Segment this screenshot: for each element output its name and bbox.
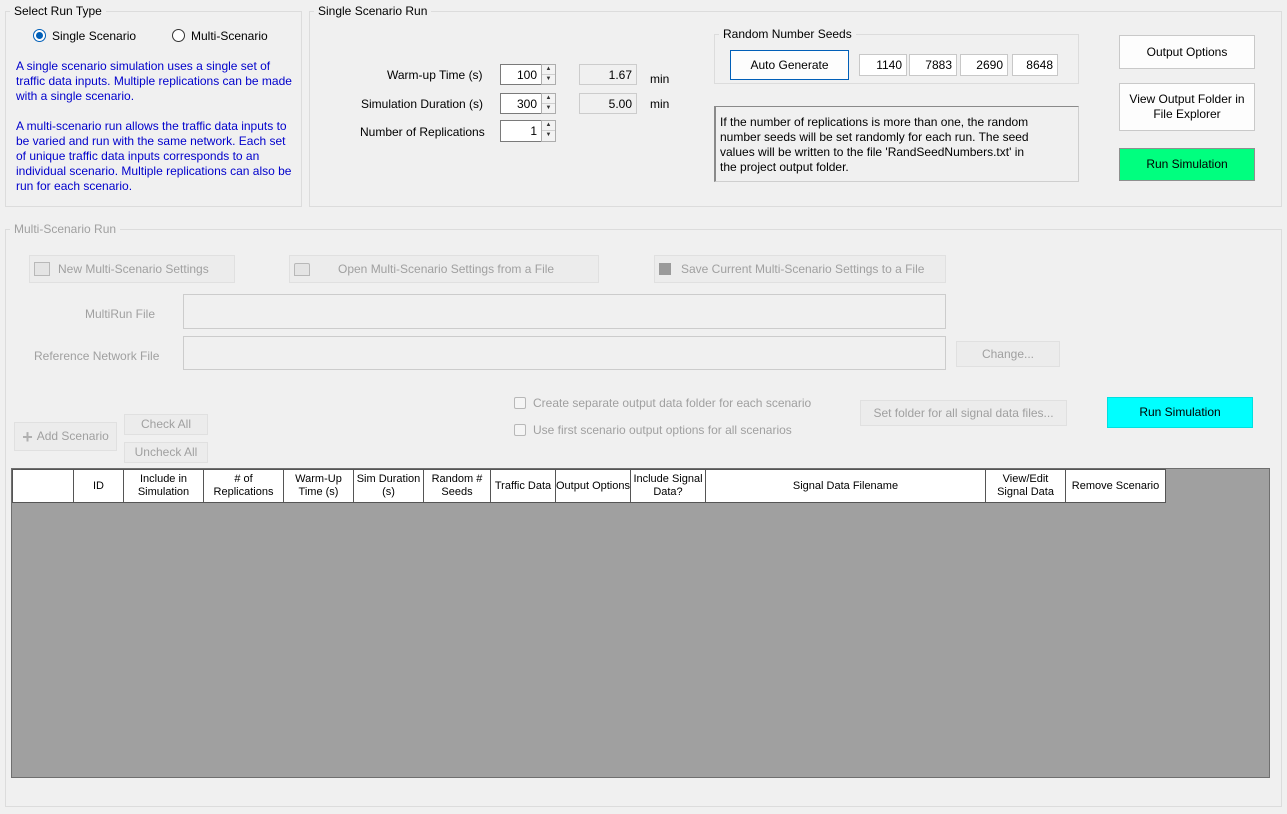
auto-generate-button[interactable]: Auto Generate [730, 50, 849, 80]
spin-down-icon[interactable]: ▼ [542, 131, 555, 141]
open-folder-icon [294, 262, 310, 276]
run-type-legend: Select Run Type [14, 4, 102, 18]
uncheck-all-button[interactable]: Uncheck All [124, 442, 208, 463]
col-header-selector[interactable] [12, 469, 74, 503]
seed-input-1[interactable]: 1140 [859, 54, 907, 76]
single-scenario-label[interactable]: Single Scenario [52, 29, 136, 43]
spin-down-icon[interactable]: ▼ [542, 104, 555, 114]
multi-scenario-label[interactable]: Multi-Scenario [191, 29, 268, 43]
scenario-grid[interactable] [11, 468, 1270, 778]
scenario-grid-header-row: ID Include in Simulation # of Replicatio… [12, 469, 1166, 503]
separate-folder-label[interactable]: Create separate output data folder for e… [533, 396, 811, 410]
reference-network-label: Reference Network File [34, 349, 160, 363]
reference-network-field [183, 336, 946, 370]
col-header-include[interactable]: Include in Simulation [123, 469, 204, 503]
seed-note: If the number of replications is more th… [714, 106, 1079, 182]
multi-scenario-radio[interactable] [172, 29, 185, 42]
warmup-spinner[interactable]: ▲ ▼ [541, 64, 556, 85]
open-multi-scenario-settings-label: Open Multi-Scenario Settings from a File [338, 261, 555, 276]
col-header-signal-filename[interactable]: Signal Data Filename [705, 469, 986, 503]
replications-input[interactable]: 1 [500, 120, 542, 142]
warmup-label: Warm-up Time (s) [387, 68, 483, 82]
first-output-checkbox[interactable] [514, 424, 526, 436]
new-multi-scenario-settings-label: New Multi-Scenario Settings [58, 261, 209, 276]
warmup-min-unit: min [650, 72, 670, 86]
duration-label: Simulation Duration (s) [361, 97, 484, 111]
set-signal-folder-button[interactable]: Set folder for all signal data files... [860, 400, 1067, 426]
new-multi-scenario-settings-button[interactable]: New Multi-Scenario Settings [29, 255, 235, 283]
change-button[interactable]: Change... [956, 341, 1060, 367]
run-simulation-button[interactable]: Run Simulation [1119, 148, 1255, 181]
duration-min-readout: 5.00 [579, 93, 637, 114]
col-header-replications[interactable]: # of Replications [203, 469, 284, 503]
save-disk-icon [659, 263, 671, 275]
view-output-folder-button[interactable]: View Output Folder in File Explorer [1119, 83, 1255, 131]
duration-min-unit: min [650, 97, 670, 111]
add-scenario-button[interactable]: + Add Scenario [14, 422, 117, 451]
spin-up-icon[interactable]: ▲ [542, 121, 555, 131]
save-multi-scenario-settings-button[interactable]: Save Current Multi-Scenario Settings to … [654, 255, 946, 283]
seed-input-2[interactable]: 7883 [909, 54, 957, 76]
col-header-view-edit-signal[interactable]: View/Edit Signal Data [985, 469, 1066, 503]
warmup-min-readout: 1.67 [579, 64, 637, 85]
replications-spinner[interactable]: ▲ ▼ [541, 120, 556, 142]
single-scenario-description: A single scenario simulation uses a sing… [16, 59, 292, 103]
output-options-button[interactable]: Output Options [1119, 35, 1255, 69]
multirun-file-label: MultiRun File [85, 307, 156, 321]
col-header-random-seeds[interactable]: Random # Seeds [423, 469, 491, 503]
col-header-sim-duration[interactable]: Sim Duration (s) [353, 469, 424, 503]
duration-spinner[interactable]: ▲ ▼ [541, 93, 556, 114]
col-header-remove-scenario[interactable]: Remove Scenario [1065, 469, 1166, 503]
scenario-grid-header: ID Include in Simulation # of Replicatio… [12, 469, 1166, 503]
seed-input-4[interactable]: 8648 [1012, 54, 1058, 76]
duration-input[interactable]: 300 [500, 93, 542, 114]
spin-up-icon[interactable]: ▲ [542, 94, 555, 104]
multi-scenario-run-legend: Multi-Scenario Run [14, 222, 117, 236]
col-header-traffic-data[interactable]: Traffic Data [490, 469, 556, 503]
first-output-label[interactable]: Use first scenario output options for al… [533, 423, 792, 437]
open-multi-scenario-settings-button[interactable]: Open Multi-Scenario Settings from a File [289, 255, 599, 283]
single-scenario-run-legend: Single Scenario Run [318, 4, 428, 18]
check-all-button[interactable]: Check All [124, 414, 208, 435]
random-seeds-legend: Random Number Seeds [723, 27, 852, 41]
multirun-file-field [183, 294, 946, 329]
save-multi-scenario-settings-label: Save Current Multi-Scenario Settings to … [681, 261, 925, 276]
seed-input-3[interactable]: 2690 [960, 54, 1008, 76]
spin-down-icon[interactable]: ▼ [542, 75, 555, 85]
col-header-warmup[interactable]: Warm-Up Time (s) [283, 469, 354, 503]
col-header-include-signal[interactable]: Include Signal Data? [630, 469, 706, 503]
spin-up-icon[interactable]: ▲ [542, 65, 555, 75]
separate-folder-checkbox[interactable] [514, 397, 526, 409]
add-scenario-label: Add Scenario [36, 429, 109, 443]
multi-scenario-description: A multi-scenario run allows the traffic … [16, 119, 292, 193]
col-header-output-options[interactable]: Output Options [555, 469, 631, 503]
plus-icon: + [22, 426, 33, 447]
col-header-id[interactable]: ID [73, 469, 124, 503]
single-scenario-radio[interactable] [33, 29, 46, 42]
new-settings-icon [34, 262, 50, 276]
replications-label: Number of Replications [360, 125, 485, 139]
multi-run-simulation-button[interactable]: Run Simulation [1107, 397, 1253, 428]
warmup-input[interactable]: 100 [500, 64, 542, 85]
